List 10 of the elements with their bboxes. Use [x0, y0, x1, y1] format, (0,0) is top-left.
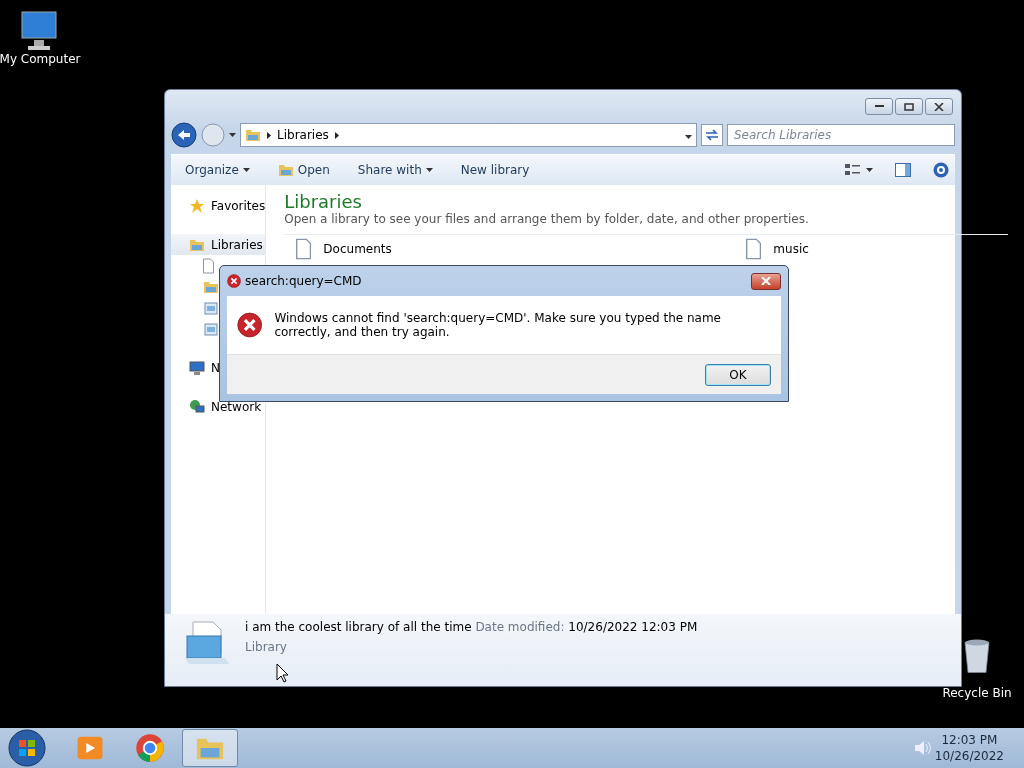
page-title: Libraries — [284, 191, 363, 212]
date-value: 10/26/2022 12:03 PM — [568, 620, 698, 634]
clock-time: 12:03 PM — [941, 733, 998, 747]
error-message: Windows cannot find 'search:query=CMD'. Make sure you typed the name correctly, and then try again. — [274, 311, 722, 339]
date-label: Date modified: — [475, 620, 565, 634]
item-type: Library — [245, 640, 288, 654]
dialog-title: search:query=CMD — [245, 274, 362, 288]
clock-date: 10/26/2022 — [934, 749, 1004, 763]
page-subtitle: Open a library to see your files and arrange them by folder, date, and other properties. — [284, 212, 1009, 235]
item-name: i am the coolest library of all the time — [245, 620, 472, 634]
